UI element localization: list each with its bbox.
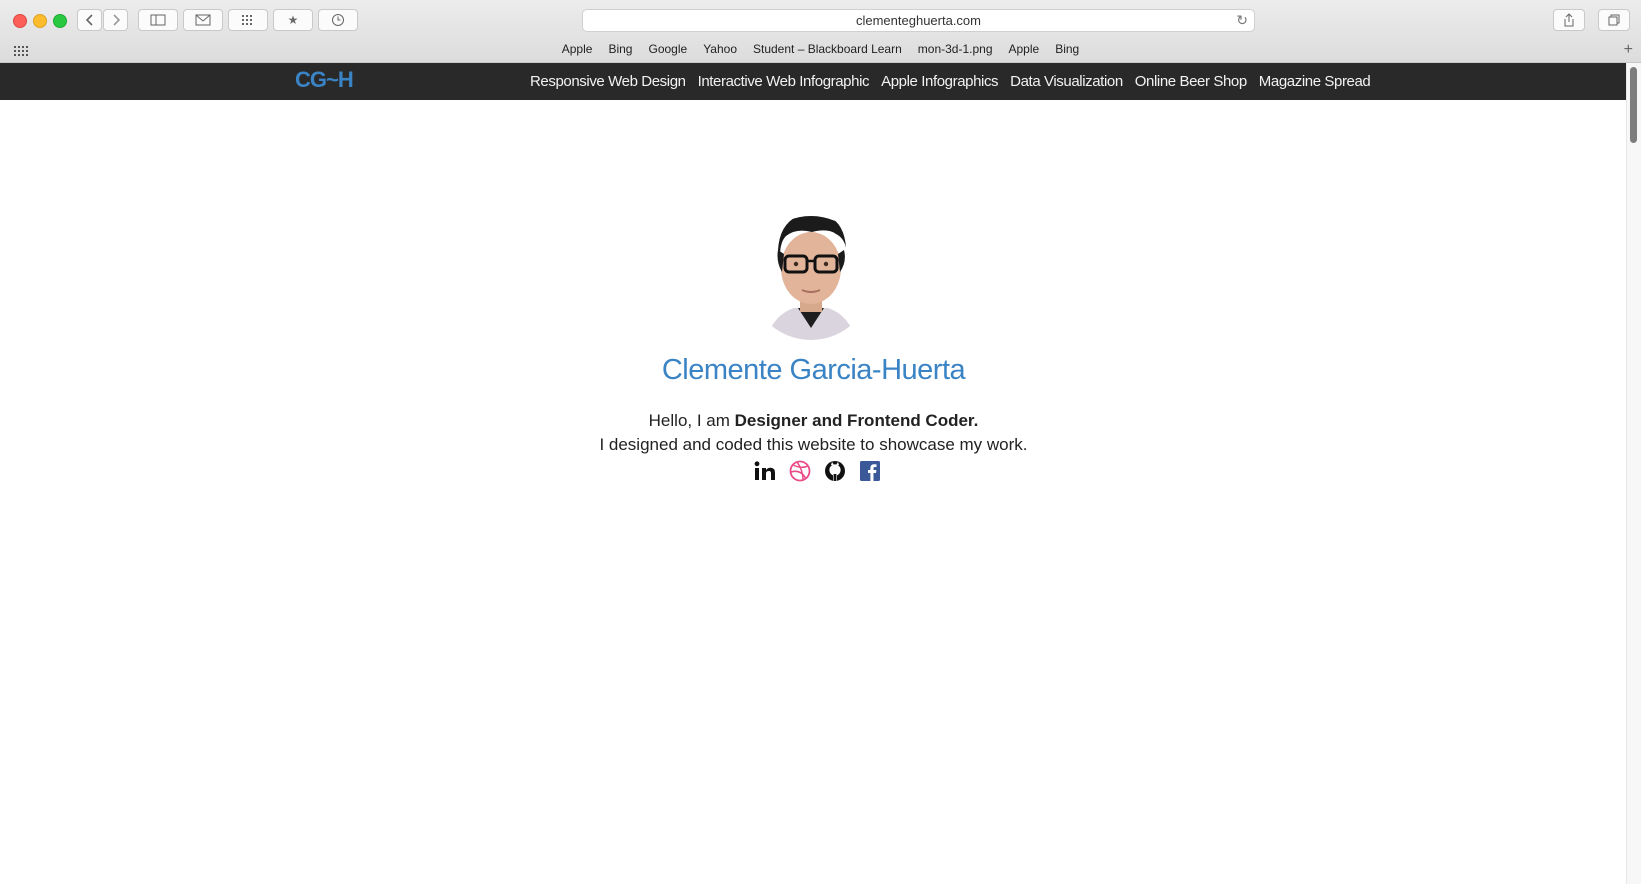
bookmarks-bar: Apple Bing Google Yahoo Student – Blackb…	[0, 42, 1641, 56]
minimize-window-button[interactable]	[33, 14, 47, 28]
url-text: clementeghuerta.com	[855, 13, 981, 28]
chevron-left-icon	[85, 14, 93, 26]
profile-avatar	[752, 216, 870, 340]
nav-link-online-beer-shop[interactable]: Online Beer Shop	[1135, 73, 1247, 90]
star-icon: ★	[287, 13, 299, 27]
site-logo[interactable]: CG~H	[295, 67, 354, 93]
grid-icon	[242, 15, 252, 25]
address-bar[interactable]: clementeghuerta.com ↻	[582, 9, 1255, 32]
bookmark-item[interactable]: Apple	[1001, 42, 1048, 56]
bookmarks-button[interactable]: ★	[273, 9, 313, 31]
nav-link-magazine-spread[interactable]: Magazine Spread	[1259, 73, 1371, 90]
github-icon[interactable]	[824, 460, 846, 482]
greeting-role: Designer and Frontend Coder.	[734, 411, 979, 430]
reload-icon[interactable]: ↻	[1236, 12, 1248, 29]
back-button[interactable]	[77, 9, 102, 31]
nav-links: Responsive Web Design Interactive Web In…	[530, 73, 1382, 90]
nav-link-responsive-web-design[interactable]: Responsive Web Design	[530, 73, 686, 90]
greeting-line: Hello, I am Designer and Frontend Coder.	[0, 411, 1627, 431]
facebook-icon[interactable]	[859, 460, 881, 482]
sidebar-icon	[150, 14, 166, 26]
subline: I designed and coded this website to sho…	[599, 435, 1028, 454]
bookmark-item[interactable]: Bing	[600, 42, 640, 56]
linkedin-icon[interactable]	[754, 460, 776, 482]
profile-name: Clemente Garcia-Huerta	[661, 354, 966, 386]
bookmark-item[interactable]: Student – Blackboard Learn	[745, 42, 910, 56]
share-button[interactable]	[1553, 9, 1585, 31]
forward-button[interactable]	[103, 9, 128, 31]
envelope-icon	[195, 14, 211, 26]
page-scrollbar[interactable]	[1626, 63, 1641, 884]
new-tab-plus-icon[interactable]: +	[1624, 41, 1633, 59]
tabs-overview-button[interactable]	[1598, 9, 1630, 31]
mail-button[interactable]	[183, 9, 223, 31]
top-sites-button[interactable]	[228, 9, 268, 31]
scrollbar-thumb[interactable]	[1630, 67, 1637, 143]
nav-link-apple-infographics[interactable]: Apple Infographics	[881, 73, 998, 90]
history-button[interactable]	[318, 9, 358, 31]
bookmark-item[interactable]: Google	[640, 42, 695, 56]
bookmark-item[interactable]: mon-3d-1.png	[910, 42, 1001, 56]
nav-link-interactive-web-infographic[interactable]: Interactive Web Infographic	[698, 73, 870, 90]
social-links	[754, 460, 881, 482]
bookmark-item[interactable]: Bing	[1047, 42, 1087, 56]
maximize-window-button[interactable]	[53, 14, 67, 28]
browser-chrome: ★ clementeghuerta.com ↻ Apple Bing Googl…	[0, 0, 1641, 63]
clock-icon	[332, 14, 344, 26]
chevron-right-icon	[112, 14, 120, 26]
greeting-prefix: Hello, I am	[648, 411, 735, 430]
site-nav: CG~H Responsive Web Design Interactive W…	[0, 63, 1627, 100]
nav-link-data-visualization[interactable]: Data Visualization	[1010, 73, 1123, 90]
tabs-icon	[1608, 14, 1620, 26]
close-window-button[interactable]	[13, 14, 27, 28]
browser-toolbar: ★ clementeghuerta.com ↻	[0, 0, 1641, 40]
bookmark-item[interactable]: Apple	[554, 42, 601, 56]
dribbble-icon[interactable]	[789, 460, 811, 482]
share-icon	[1564, 13, 1574, 27]
sidebar-button[interactable]	[138, 9, 178, 31]
bookmark-item[interactable]: Yahoo	[695, 42, 745, 56]
